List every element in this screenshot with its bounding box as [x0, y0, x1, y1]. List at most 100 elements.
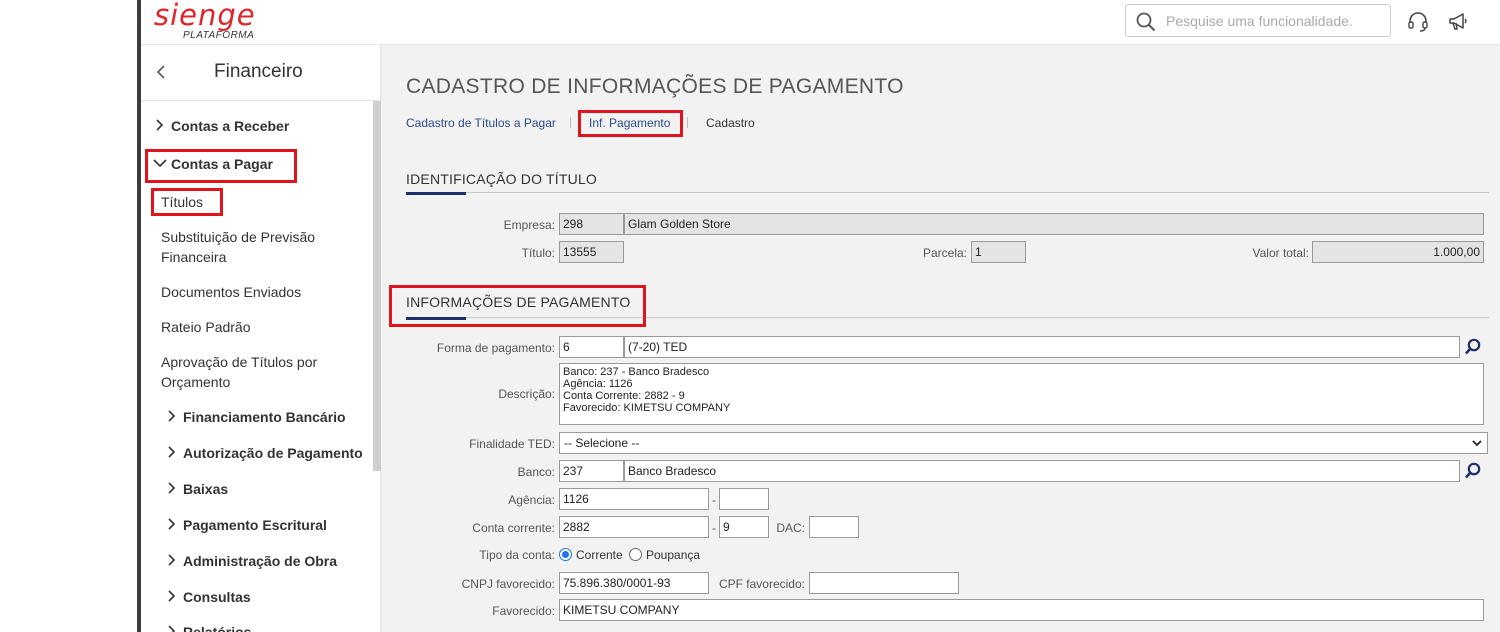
dac-input[interactable]: [809, 516, 859, 538]
radio-corrente-label[interactable]: Corrente: [576, 548, 623, 562]
parcela-field: 1: [971, 241, 1026, 263]
chevron-left-icon[interactable]: [155, 64, 167, 80]
forma-pagamento-label: Forma de pagamento:: [436, 341, 555, 355]
radio-corrente[interactable]: [559, 548, 572, 561]
headset-icon[interactable]: [1407, 11, 1429, 33]
highlight-titulos: [151, 188, 223, 216]
sidebar: Financeiro Contas a Receber Contas a Pag…: [141, 45, 381, 632]
breadcrumb-cadastro-titulos[interactable]: Cadastro de Títulos a Pagar: [406, 116, 556, 130]
finalidade-ted-select[interactable]: -- Selecione --: [559, 432, 1488, 454]
section-divider: [406, 192, 1489, 193]
valor-total-label: Valor total:: [1252, 246, 1309, 260]
descricao-label: Descrição:: [498, 387, 555, 401]
sidebar-item-financiamento-bancario[interactable]: Financiamento Bancário: [165, 407, 346, 427]
select-caret-icon: [1472, 440, 1482, 447]
conta-corrente-input[interactable]: 2882: [559, 516, 709, 538]
agencia-dash: -: [712, 493, 716, 507]
sidebar-item-autorizacao-pagamento[interactable]: Autorização de Pagamento: [165, 443, 363, 463]
sienge-logo[interactable]: sienge PLATAFORMA: [154, 0, 256, 41]
conta-dv-input[interactable]: 9: [719, 516, 769, 538]
sidebar-item-label: Consultas: [183, 589, 251, 605]
sidebar-title: Financeiro: [214, 61, 303, 82]
sidebar-item-consultas[interactable]: Consultas: [165, 587, 251, 607]
sidebar-item-label: Pagamento Escritural: [183, 517, 327, 533]
sidebar-scrollbar[interactable]: [373, 101, 381, 471]
sidebar-item-label: Baixas: [183, 481, 229, 497]
chevron-right-icon: [168, 482, 176, 494]
feature-search[interactable]: [1125, 4, 1391, 37]
parcela-label: Parcela:: [922, 246, 967, 260]
sidebar-item-relatorios[interactable]: Relatórios: [165, 622, 251, 632]
sidebar-item-label: Rateio Padrão: [161, 319, 251, 335]
conta-corrente-label: Conta corrente:: [472, 521, 555, 535]
favorecido-label: Favorecido:: [492, 604, 555, 618]
sidebar-item-rateio-padrao[interactable]: Rateio Padrão: [161, 317, 251, 337]
page-title: CADASTRO DE INFORMAÇÕES DE PAGAMENTO: [406, 75, 904, 98]
sidebar-item-label: Documentos Enviados: [161, 284, 302, 300]
magnifier-icon[interactable]: [1464, 462, 1482, 480]
highlight-contas-a-pagar: [145, 149, 297, 183]
banco-label: Banco:: [517, 465, 555, 479]
dac-label: DAC:: [776, 521, 805, 535]
descricao-line: Conta Corrente: 2882 - 9: [563, 390, 685, 402]
sidebar-item-contas-a-receber[interactable]: Contas a Receber: [153, 116, 289, 136]
chevron-right-icon: [168, 518, 176, 530]
sidebar-item-baixas[interactable]: Baixas: [165, 479, 228, 499]
cpf-favorecido-label: CPF favorecido:: [718, 577, 805, 591]
titulo-label: Título:: [521, 246, 555, 260]
left-blank-area: [0, 0, 137, 632]
banco-name-field: Banco Bradesco: [624, 460, 1460, 482]
banco-code-input[interactable]: 237: [559, 460, 624, 482]
cpf-favorecido-input[interactable]: [809, 572, 959, 594]
descricao-line: Agência: 1126: [563, 378, 633, 390]
logo-subtitle: PLATAFORMA: [183, 30, 255, 41]
sidebar-item-label: Administração de Obra: [183, 553, 338, 569]
favorecido-input[interactable]: KIMETSU COMPANY: [559, 599, 1484, 621]
tipo-conta-label: Tipo da conta:: [479, 548, 555, 562]
breadcrumb-separator: [570, 117, 571, 128]
agencia-dv-input[interactable]: [719, 488, 769, 510]
forma-pagamento-name-field: (7-20) TED: [624, 336, 1460, 358]
sidebar-item-administracao-obra[interactable]: Administração de Obra: [165, 551, 337, 571]
cnpj-favorecido-label: CNPJ favorecido:: [461, 577, 555, 591]
chevron-right-icon: [168, 554, 176, 566]
radio-poupanca[interactable]: [629, 548, 642, 561]
logo-text: sienge: [154, 0, 256, 32]
section-title-identificacao: IDENTIFICAÇÃO DO TÍTULO: [406, 171, 598, 187]
sidebar-item-pagamento-escritural[interactable]: Pagamento Escritural: [165, 515, 327, 535]
sidebar-item-substituicao-previsao[interactable]: Substituição de Previsão Financeira: [161, 227, 315, 267]
sidebar-header: Financeiro: [141, 45, 381, 101]
breadcrumb-cadastro: Cadastro: [706, 116, 755, 130]
breadcrumb-separator: [687, 117, 688, 128]
highlight-inf-pagamento: [578, 110, 683, 137]
chevron-right-icon: [168, 410, 176, 422]
cnpj-favorecido-input[interactable]: 75.896.380/0001-93: [559, 572, 709, 594]
chevron-right-icon: [156, 119, 164, 131]
descricao-textarea[interactable]: Banco: 237 - Banco Bradesco Agência: 112…: [559, 363, 1484, 425]
search-icon: [1136, 12, 1156, 32]
agencia-input[interactable]: 1126: [559, 488, 709, 510]
empresa-label: Empresa:: [503, 218, 555, 232]
magnifier-icon[interactable]: [1464, 338, 1482, 356]
sidebar-item-label: Financiamento Bancário: [183, 409, 346, 425]
valor-total-field: 1.000,00: [1312, 241, 1484, 263]
sidebar-item-label-cont: Financeira: [161, 249, 227, 265]
sidebar-item-documentos-enviados[interactable]: Documentos Enviados: [161, 282, 301, 302]
conta-dash: -: [712, 521, 716, 535]
top-header: sienge PLATAFORMA: [141, 0, 1500, 45]
sidebar-item-label: Autorização de Pagamento: [183, 445, 363, 461]
section-accent: [406, 192, 466, 195]
sidebar-item-aprovacao-titulos[interactable]: Aprovação de Títulos por Orçamento: [161, 352, 317, 392]
forma-pagamento-code-input[interactable]: 6: [559, 336, 624, 358]
search-input[interactable]: [1166, 11, 1381, 31]
tipo-conta-radio-group: Corrente Poupança: [559, 548, 719, 564]
agencia-label: Agência:: [508, 493, 555, 507]
empresa-name-field: Glam Golden Store: [624, 213, 1484, 235]
empresa-code-field: 298: [559, 213, 624, 235]
sidebar-item-label: Relatórios: [183, 624, 252, 632]
sidebar-item-label: Aprovação de Títulos por: [161, 354, 318, 370]
radio-poupanca-label[interactable]: Poupança: [646, 548, 700, 562]
megaphone-icon[interactable]: [1447, 11, 1469, 33]
titulo-field: 13555: [559, 241, 624, 263]
sidebar-item-label: Contas a Receber: [171, 118, 290, 134]
